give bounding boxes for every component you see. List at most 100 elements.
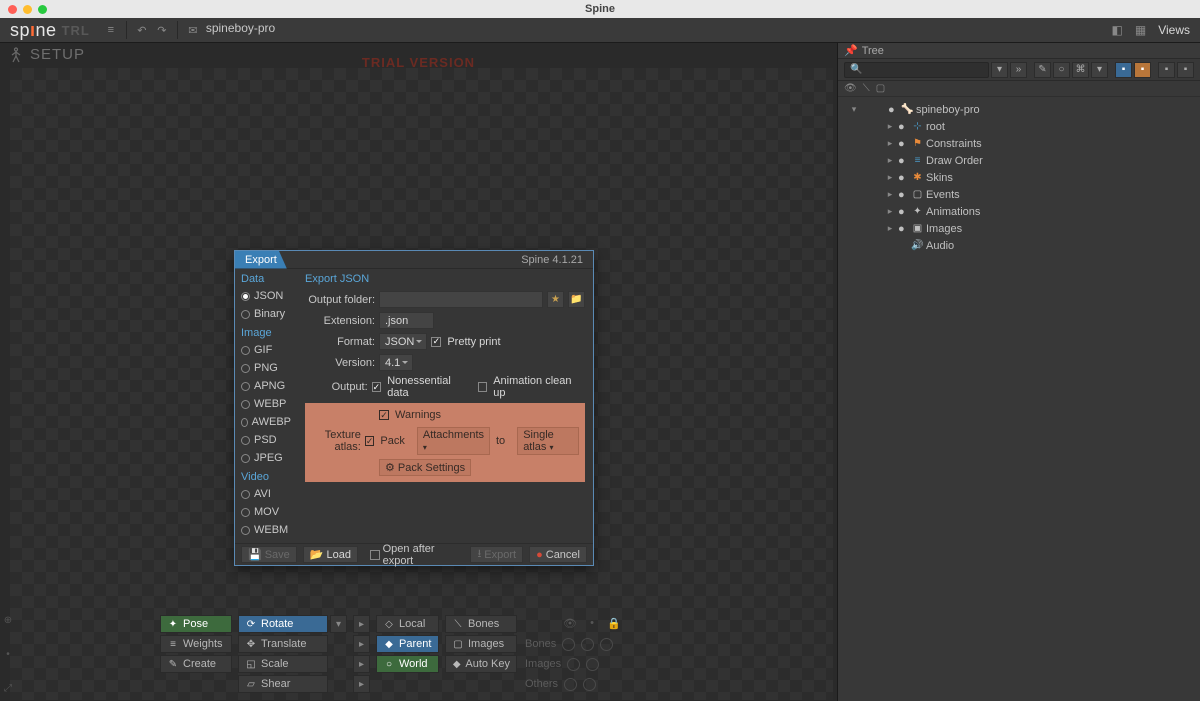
viewport[interactable]: SETUP TRIAL VERSION ⊕ • ⤢ ✦Pose ≡Weights…: [0, 43, 837, 701]
tool-weights[interactable]: ≡Weights: [160, 635, 232, 653]
radio-mov[interactable]: [241, 508, 250, 517]
browse-folder-icon[interactable]: 📁: [568, 291, 585, 308]
filter-chevron-icon[interactable]: ▾: [1091, 62, 1108, 78]
search-next-icon[interactable]: ▾: [991, 62, 1008, 78]
tree-root-row[interactable]: ▾● 🦴 spineboy-pro: [838, 101, 1200, 118]
tree-node[interactable]: ▸●▣Images: [838, 220, 1200, 237]
eye-icon[interactable]: 👁: [563, 617, 577, 633]
radio-gif[interactable]: [241, 346, 250, 355]
menu-icon[interactable]: ≡: [102, 21, 120, 39]
tree-node[interactable]: ▸●⚑Constraints: [838, 135, 1200, 152]
bone-icon[interactable]: ⟍: [863, 83, 870, 94]
vis-toggle[interactable]: [564, 678, 577, 691]
sel-toggle[interactable]: [586, 658, 599, 671]
redo-icon[interactable]: ↷: [153, 21, 171, 39]
radio-psd[interactable]: [241, 436, 250, 445]
tree-node[interactable]: ▸●⊹root: [838, 118, 1200, 135]
pin-icon[interactable]: 📌: [844, 44, 858, 57]
filter-images[interactable]: ▢Images: [445, 635, 517, 653]
search-opts-icon[interactable]: »: [1010, 62, 1027, 78]
save-preset-button[interactable]: 💾Save: [241, 546, 297, 563]
tool-shear[interactable]: ▱Shear: [238, 675, 328, 693]
eye-icon[interactable]: 👁: [844, 83, 857, 94]
radio-apng[interactable]: [241, 382, 250, 391]
radio-webm[interactable]: [241, 526, 250, 535]
tree-node[interactable]: ▸●≡Draw Order: [838, 152, 1200, 169]
axis-widget[interactable]: ⊕: [1, 613, 15, 627]
lock-icon[interactable]: 🔒: [607, 617, 621, 633]
export-button[interactable]: ⭳Export: [470, 546, 523, 563]
sel-toggle[interactable]: [581, 638, 594, 651]
views-button[interactable]: Views: [1154, 23, 1194, 37]
tool-scale[interactable]: ◱Scale: [238, 655, 328, 673]
filter-bones[interactable]: ⟍Bones: [445, 615, 517, 633]
tree-body[interactable]: ▾● 🦴 spineboy-pro ▸●⊹root ▸●⚑Constraints…: [838, 97, 1200, 701]
vis-toggle[interactable]: [567, 658, 580, 671]
sel-toggle[interactable]: [583, 678, 596, 691]
space-world[interactable]: ○World: [376, 655, 439, 673]
snap-widget[interactable]: •: [1, 647, 15, 661]
tool-rotate-drop[interactable]: ▾: [330, 615, 347, 633]
filter-edit-icon[interactable]: ✎: [1034, 62, 1051, 78]
extension-input[interactable]: .json: [379, 312, 434, 329]
space-parent[interactable]: ◆Parent: [376, 635, 439, 653]
filter-attach-icon[interactable]: ▪: [1134, 62, 1151, 78]
cancel-button[interactable]: ●Cancel: [529, 546, 587, 563]
radio-webp[interactable]: [241, 400, 250, 409]
format-select[interactable]: JSON: [379, 333, 427, 350]
filter-a-icon[interactable]: ▪: [1158, 62, 1175, 78]
single-atlas-select[interactable]: Single atlas ▾: [517, 427, 579, 455]
layout-icon[interactable]: ◧: [1108, 23, 1127, 37]
load-preset-button[interactable]: 📂Load: [303, 546, 358, 563]
col-arrow-button[interactable]: ▸: [353, 675, 370, 693]
col-arrow-button[interactable]: ▸: [353, 635, 370, 653]
filter-bones-icon[interactable]: ▪: [1115, 62, 1132, 78]
col-arrow-button[interactable]: ▸: [353, 655, 370, 673]
tree-search-input[interactable]: 🔍: [844, 62, 989, 78]
filter-b-icon[interactable]: ▪: [1177, 62, 1194, 78]
radio-binary[interactable]: [241, 310, 250, 319]
panels-icon[interactable]: ▦: [1131, 23, 1150, 37]
minimize-window-button[interactable]: [23, 5, 32, 14]
lock-toggle[interactable]: [600, 638, 613, 651]
fav-folder-icon[interactable]: ★: [547, 291, 564, 308]
radio-avi[interactable]: [241, 490, 250, 499]
tool-pose[interactable]: ✦Pose: [160, 615, 232, 633]
radio-awebp[interactable]: [241, 418, 248, 427]
checkbox-nonessential[interactable]: [372, 382, 382, 392]
vis-toggle[interactable]: [562, 638, 575, 651]
tree-node[interactable]: 🔊Audio: [838, 237, 1200, 254]
close-window-button[interactable]: [8, 5, 17, 14]
tree-node[interactable]: ▸●▢Events: [838, 186, 1200, 203]
checkbox-pack[interactable]: [365, 436, 375, 446]
pack-settings-button[interactable]: ⚙Pack Settings: [379, 459, 471, 476]
auto-key[interactable]: ◆Auto Key: [445, 655, 517, 673]
checkbox-open-after[interactable]: [370, 550, 380, 560]
tree-node[interactable]: ▸●✦Animations: [838, 203, 1200, 220]
filter-circle-icon[interactable]: ○: [1053, 62, 1070, 78]
radio-json[interactable]: [241, 292, 250, 301]
tool-rotate[interactable]: ⟳Rotate: [238, 615, 328, 633]
radio-png[interactable]: [241, 364, 250, 373]
dialog-title: Export: [235, 251, 287, 269]
project-icon[interactable]: ✉: [184, 21, 202, 39]
radio-jpeg[interactable]: [241, 454, 250, 463]
maximize-window-button[interactable]: [38, 5, 47, 14]
checkbox-pretty[interactable]: [431, 337, 441, 347]
tool-translate[interactable]: ✥Translate: [238, 635, 328, 653]
filter-link-icon[interactable]: ⌘: [1072, 62, 1089, 78]
space-local[interactable]: ◇Local: [376, 615, 439, 633]
version-select[interactable]: 4.1: [379, 354, 413, 371]
undo-icon[interactable]: ↶: [133, 21, 151, 39]
col-arrow-button[interactable]: ▸: [353, 615, 370, 633]
tool-create[interactable]: ✎Create: [160, 655, 232, 673]
attachments-select[interactable]: Attachments ▾: [417, 427, 490, 455]
tree-node[interactable]: ▸●✱Skins: [838, 169, 1200, 186]
dot-icon[interactable]: •: [585, 617, 599, 633]
zoom-widget[interactable]: ⤢: [1, 681, 15, 695]
output-folder-input[interactable]: [379, 291, 543, 308]
slot-icon[interactable]: ▢: [876, 83, 885, 94]
mode-label[interactable]: SETUP: [30, 46, 85, 63]
checkbox-cleanup[interactable]: [478, 382, 487, 392]
checkbox-warnings[interactable]: [379, 410, 389, 420]
